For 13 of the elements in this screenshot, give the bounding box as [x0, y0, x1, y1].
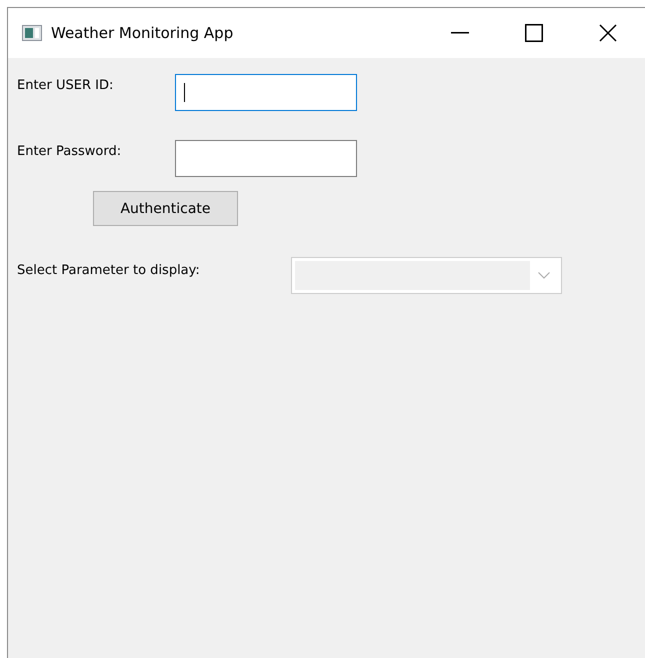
- minimize-icon: [451, 32, 469, 34]
- authenticate-button[interactable]: Authenticate: [93, 191, 238, 226]
- field-label: Enter Password:: [17, 143, 122, 159]
- user-id-field[interactable]: [175, 74, 357, 111]
- window-title: Weather Monitoring App: [51, 24, 234, 42]
- password-field[interactable]: [175, 140, 357, 177]
- field-label: Enter USER ID:: [17, 77, 114, 93]
- chevron-down-icon: [538, 272, 550, 279]
- app-icon: [22, 25, 42, 41]
- close-icon: [599, 24, 617, 42]
- maximize-icon: [525, 24, 543, 42]
- field-label: Select Parameter to display:: [17, 262, 201, 278]
- text-cursor: [184, 83, 185, 102]
